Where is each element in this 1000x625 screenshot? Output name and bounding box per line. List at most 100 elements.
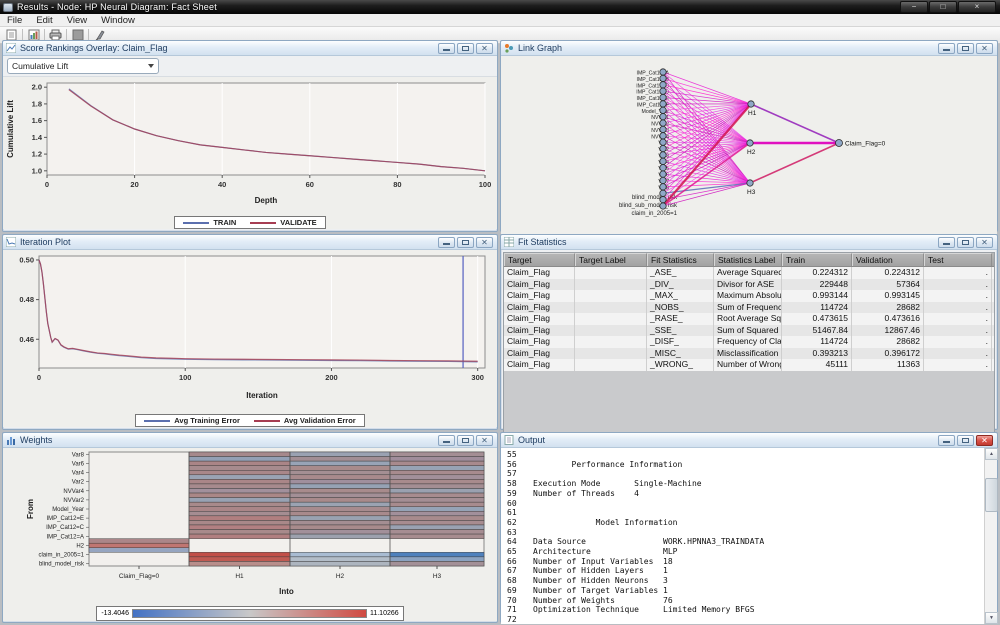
svg-text:H2: H2 bbox=[76, 543, 84, 549]
fit-statistics-table: TargetTarget LabelFit StatisticsStatisti… bbox=[503, 252, 995, 433]
panel-close-button[interactable]: ✕ bbox=[476, 435, 493, 446]
menu-item-file[interactable]: File bbox=[0, 15, 29, 26]
table-cell bbox=[575, 290, 647, 302]
chart-type-dropdown[interactable]: Cumulative Lift bbox=[7, 58, 159, 74]
panel-minimize-button[interactable] bbox=[438, 237, 455, 248]
table-cell bbox=[575, 313, 647, 325]
column-header[interactable]: Target Label bbox=[575, 253, 647, 266]
panel-maximize-button[interactable] bbox=[457, 43, 474, 54]
panel-minimize-button[interactable] bbox=[438, 435, 455, 446]
svg-text:NVVar2: NVVar2 bbox=[63, 498, 84, 504]
output-text: 5556 Performance Information5758Executio… bbox=[501, 448, 984, 624]
panel-maximize-button[interactable] bbox=[457, 435, 474, 446]
table-cell: Claim_Flag bbox=[504, 290, 575, 302]
table-row[interactable]: Claim_Flag_MISC_Misclassification R...0.… bbox=[504, 348, 994, 360]
scroll-up-icon[interactable]: ▲ bbox=[985, 448, 998, 460]
legend-min-value: -13.4046 bbox=[101, 610, 129, 617]
legend-entry: TRAIN bbox=[183, 218, 236, 227]
legend-swatch bbox=[144, 420, 170, 422]
svg-text:20: 20 bbox=[130, 180, 138, 189]
table-row[interactable]: Claim_Flag_ASE_Average Squared E...0.224… bbox=[504, 267, 994, 279]
table-row[interactable]: Claim_Flag_DIV_Divisor for ASE2294485736… bbox=[504, 279, 994, 291]
score-rankings-panel: Score Rankings Overlay: Claim_Flag ✕ Cum… bbox=[2, 40, 498, 232]
svg-text:Var4: Var4 bbox=[72, 471, 85, 477]
table-cell: Average Squared E... bbox=[714, 267, 782, 279]
table-row[interactable]: Claim_Flag_RASE_Root Average Squa...0.47… bbox=[504, 313, 994, 325]
table-cell: . bbox=[924, 348, 992, 360]
table-cell bbox=[575, 348, 647, 360]
table-cell: _ASE_ bbox=[647, 267, 714, 279]
vertical-scrollbar[interactable]: ▲ ▼ bbox=[984, 448, 997, 624]
table-cell bbox=[575, 359, 647, 371]
menu-item-edit[interactable]: Edit bbox=[29, 15, 59, 26]
maximize-button[interactable]: □ bbox=[929, 1, 957, 13]
table-row[interactable]: Claim_Flag_DISF_Frequency of Class...114… bbox=[504, 336, 994, 348]
column-header[interactable]: Train bbox=[782, 253, 852, 266]
table-cell: 114724 bbox=[782, 336, 852, 348]
panel-maximize-button[interactable] bbox=[957, 435, 974, 446]
menu-item-view[interactable]: View bbox=[60, 15, 94, 26]
table-cell: . bbox=[924, 290, 992, 302]
table-cell: . bbox=[924, 302, 992, 314]
table-cell: Frequency of Class... bbox=[714, 336, 782, 348]
scroll-down-icon[interactable]: ▼ bbox=[985, 612, 998, 624]
output-line: 70Number of Weights 76 bbox=[507, 596, 984, 606]
table-cell: . bbox=[924, 313, 992, 325]
table-row[interactable]: Claim_Flag_MAX_Maximum Absolute ...0.993… bbox=[504, 290, 994, 302]
svg-text:Into: Into bbox=[279, 587, 294, 596]
weights-titlebar[interactable]: Weights ✕ bbox=[3, 433, 497, 448]
panel-minimize-button[interactable] bbox=[438, 43, 455, 54]
panel-minimize-button[interactable] bbox=[938, 435, 955, 446]
panel-minimize-button[interactable] bbox=[938, 43, 955, 54]
table-cell: 0.393213 bbox=[782, 348, 852, 360]
svg-text:Cumulative Lift: Cumulative Lift bbox=[6, 100, 15, 158]
table-cell: . bbox=[924, 267, 992, 279]
scrollbar-thumb[interactable] bbox=[985, 478, 998, 512]
legend-swatch bbox=[183, 222, 209, 224]
panel-maximize-button[interactable] bbox=[957, 43, 974, 54]
panel-close-button[interactable]: ✕ bbox=[976, 435, 993, 446]
minimize-button[interactable]: − bbox=[900, 1, 928, 13]
table-cell: Sum of Frequencies bbox=[714, 302, 782, 314]
table-cell: 28682 bbox=[852, 336, 924, 348]
close-button[interactable]: × bbox=[958, 1, 996, 13]
score-rankings-titlebar[interactable]: Score Rankings Overlay: Claim_Flag ✕ bbox=[3, 41, 497, 56]
panel-maximize-button[interactable] bbox=[957, 237, 974, 248]
menu-item-window[interactable]: Window bbox=[94, 15, 142, 26]
table-cell: _WRONG_ bbox=[647, 359, 714, 371]
panel-close-button[interactable]: ✕ bbox=[976, 237, 993, 248]
panel-maximize-button[interactable] bbox=[457, 237, 474, 248]
line-chart-icon bbox=[6, 43, 16, 53]
iteration-plot-panel: Iteration Plot ✕ 01002003000.460.480.50I… bbox=[2, 234, 498, 430]
svg-text:From: From bbox=[26, 499, 35, 519]
column-header[interactable]: Target bbox=[504, 253, 575, 266]
panel-minimize-button[interactable] bbox=[938, 237, 955, 248]
table-cell: 57364 bbox=[852, 279, 924, 291]
svg-text:H2: H2 bbox=[336, 573, 345, 580]
svg-text:H3: H3 bbox=[747, 189, 756, 196]
table-cell: 28682 bbox=[852, 302, 924, 314]
table-row[interactable]: Claim_Flag_SSE_Sum of Squared Er...51467… bbox=[504, 325, 994, 337]
iteration-plot-titlebar[interactable]: Iteration Plot ✕ bbox=[3, 235, 497, 250]
panel-close-button[interactable]: ✕ bbox=[976, 43, 993, 54]
column-header[interactable]: Validation bbox=[852, 253, 924, 266]
table-cell: Claim_Flag bbox=[504, 336, 575, 348]
fit-statistics-titlebar[interactable]: Fit Statistics ✕ bbox=[501, 235, 997, 250]
output-titlebar[interactable]: Output ✕ bbox=[501, 433, 997, 448]
svg-text:300: 300 bbox=[471, 373, 484, 382]
column-header[interactable]: Test bbox=[924, 253, 992, 266]
svg-text:H3: H3 bbox=[433, 573, 442, 580]
table-row[interactable]: Claim_Flag_WRONG_Number of Wrong ...4511… bbox=[504, 359, 994, 371]
legend-swatch bbox=[254, 420, 280, 422]
panel-title: Iteration Plot bbox=[20, 237, 438, 247]
column-header[interactable]: Statistics Label bbox=[714, 253, 782, 266]
panel-close-button[interactable]: ✕ bbox=[476, 43, 493, 54]
column-header[interactable]: Fit Statistics bbox=[647, 253, 714, 266]
window-titlebar[interactable]: Results - Node: HP Neural Diagram: Fact … bbox=[0, 0, 1000, 14]
svg-text:200: 200 bbox=[325, 373, 338, 382]
panel-close-button[interactable]: ✕ bbox=[476, 237, 493, 248]
legend-label: TRAIN bbox=[213, 218, 236, 227]
table-cell: 114724 bbox=[782, 302, 852, 314]
link-graph-titlebar[interactable]: Link Graph ✕ bbox=[501, 41, 997, 56]
table-row[interactable]: Claim_Flag_NOBS_Sum of Frequencies114724… bbox=[504, 302, 994, 314]
